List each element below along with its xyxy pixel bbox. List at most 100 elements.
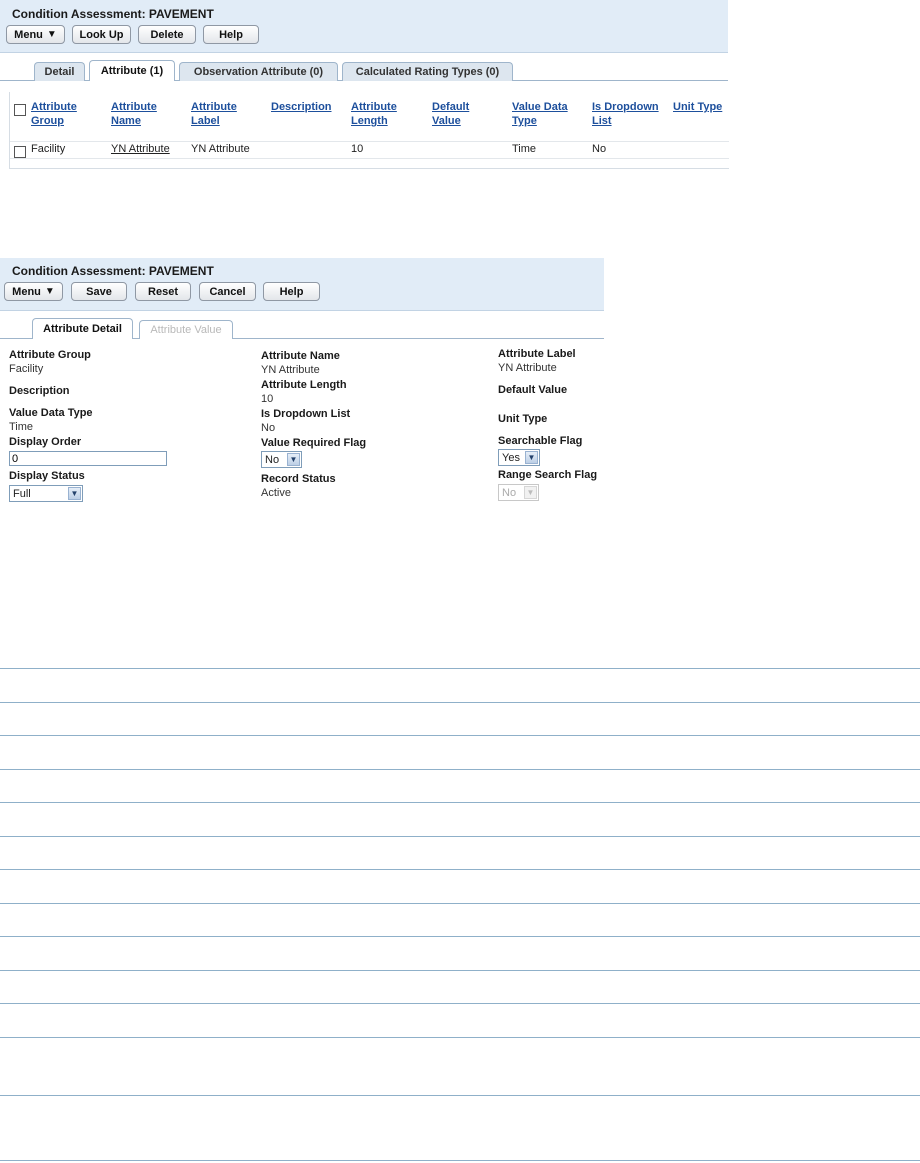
col-header-description[interactable]: Description <box>271 100 332 114</box>
attribute-name-value: YN Attribute <box>261 364 320 376</box>
tab-attribute[interactable]: Attribute (1) <box>89 60 175 81</box>
rule-line <box>0 936 920 937</box>
attribute-length-value: 10 <box>261 393 274 405</box>
col-header-line1: Value Data <box>512 101 568 113</box>
col-header-line2: Type <box>512 115 537 127</box>
menu-button[interactable]: Menu ▼ <box>4 282 63 301</box>
value-required-flag-selected: No <box>265 453 280 466</box>
rule-line <box>0 836 920 837</box>
lookup-button[interactable]: Look Up <box>72 25 131 44</box>
record-status-value: Active <box>261 487 291 499</box>
col-header-line1: Unit Type <box>673 101 723 113</box>
col-header-default-value[interactable]: Default Value <box>432 100 469 128</box>
tab-observation-attribute[interactable]: Observation Attribute (0) <box>179 62 338 81</box>
select-all-checkbox[interactable] <box>14 104 26 116</box>
col-header-attribute-name[interactable]: Attribute Name <box>111 100 157 128</box>
col-header-line1: Default <box>432 101 470 113</box>
detail-tab-bar: Attribute Detail Attribute Value <box>0 318 604 339</box>
menu-button-label: Menu <box>12 285 41 298</box>
col-header-line2: Value <box>432 115 461 127</box>
col-header-line1: Attribute <box>351 101 397 113</box>
tab-calculated-rating-types[interactable]: Calculated Rating Types (0) <box>342 62 513 81</box>
row-divider <box>10 141 729 142</box>
cell-is-dropdown-list: No <box>592 143 607 155</box>
rule-line <box>0 668 920 669</box>
range-search-flag-select: No ▼ <box>498 484 539 501</box>
rule-line <box>0 970 920 971</box>
record-status-label: Record Status <box>261 473 336 485</box>
col-header-unit-type[interactable]: Unit Type <box>673 100 722 114</box>
rule-line <box>0 702 920 703</box>
cell-attribute-name-link[interactable]: YN Attribute <box>111 143 170 155</box>
save-button[interactable]: Save <box>71 282 127 301</box>
col-header-line2: List <box>592 115 612 127</box>
row-checkbox[interactable] <box>14 146 26 158</box>
range-search-flag-selected: No <box>502 486 517 499</box>
display-status-select[interactable]: Full ▼ <box>9 485 83 502</box>
tab-detail[interactable]: Detail <box>34 62 85 81</box>
chevron-down-icon: ▼ <box>68 487 81 500</box>
cancel-button[interactable]: Cancel <box>199 282 256 301</box>
rule-line <box>0 1095 920 1096</box>
searchable-flag-selected: Yes <box>502 451 520 464</box>
attribute-list-panel: Condition Assessment: PAVEMENT Menu ▼ Lo… <box>0 0 729 170</box>
cell-attribute-group: Facility <box>31 143 66 155</box>
tab-attribute-detail[interactable]: Attribute Detail <box>32 318 133 339</box>
col-header-line2: Label <box>191 115 220 127</box>
menu-button-label: Menu <box>14 28 43 41</box>
is-dropdown-list-value: No <box>261 422 276 434</box>
attribute-label-value: YN Attribute <box>498 362 557 374</box>
menu-dropdown-icon: ▼ <box>44 286 55 297</box>
cell-value-data-type: Time <box>512 143 537 155</box>
col-header-line1: Attribute <box>111 101 157 113</box>
col-header-attribute-length[interactable]: Attribute Length <box>351 100 397 128</box>
page-title: Condition Assessment: PAVEMENT <box>12 7 214 21</box>
col-header-line2: Length <box>351 115 388 127</box>
searchable-flag-select[interactable]: Yes ▼ <box>498 449 540 466</box>
row-divider <box>10 158 729 159</box>
rule-line <box>0 802 920 803</box>
help-button[interactable]: Help <box>263 282 320 301</box>
default-value-label: Default Value <box>498 384 568 396</box>
help-button[interactable]: Help <box>203 25 259 44</box>
col-header-line1: Is Dropdown <box>592 101 659 113</box>
value-required-flag-select[interactable]: No ▼ <box>261 451 302 468</box>
col-header-attribute-label[interactable]: Attribute Label <box>191 100 237 128</box>
unit-type-label: Unit Type <box>498 413 548 425</box>
attribute-group-value: Facility <box>9 363 44 375</box>
col-header-attribute-group[interactable]: Attribute Group <box>31 100 77 128</box>
attribute-label-label: Attribute Label <box>498 348 576 360</box>
rule-line <box>0 869 920 870</box>
cell-attribute-length: 10 <box>351 143 364 155</box>
display-status-label: Display Status <box>9 470 85 482</box>
panel-header: Condition Assessment: PAVEMENT Menu ▼ Lo… <box>0 0 728 53</box>
col-header-line2: Group <box>31 115 64 127</box>
attribute-group-label: Attribute Group <box>9 349 91 361</box>
menu-dropdown-icon: ▼ <box>46 29 57 40</box>
col-header-is-dropdown-list[interactable]: Is Dropdown List <box>592 100 659 128</box>
attribute-length-label: Attribute Length <box>261 379 347 391</box>
col-header-value-data-type[interactable]: Value Data Type <box>512 100 568 128</box>
display-order-input[interactable] <box>9 451 167 466</box>
reset-button[interactable]: Reset <box>135 282 191 301</box>
display-status-selected: Full <box>13 487 31 500</box>
value-data-type-label: Value Data Type <box>9 407 93 419</box>
attribute-name-label: Attribute Name <box>261 350 340 362</box>
tab-attribute-value: Attribute Value <box>139 320 233 339</box>
detail-panel-header: Condition Assessment: PAVEMENT Menu ▼ Sa… <box>0 258 604 311</box>
rule-line <box>0 1037 920 1038</box>
page-title: Condition Assessment: PAVEMENT <box>12 264 214 278</box>
searchable-flag-label: Searchable Flag <box>498 435 583 447</box>
col-header-line2: Name <box>111 115 141 127</box>
attribute-table: Attribute Group Attribute Name Attribute… <box>9 92 729 169</box>
rule-line <box>0 1003 920 1004</box>
range-search-flag-label: Range Search Flag <box>498 469 598 481</box>
menu-button[interactable]: Menu ▼ <box>6 25 65 44</box>
chevron-down-icon: ▼ <box>524 486 537 499</box>
value-required-flag-label: Value Required Flag <box>261 437 367 449</box>
rule-line <box>0 769 920 770</box>
cell-attribute-label: YN Attribute <box>191 143 250 155</box>
delete-button[interactable]: Delete <box>138 25 196 44</box>
chevron-down-icon: ▼ <box>525 451 538 464</box>
col-header-line1: Attribute <box>31 101 77 113</box>
